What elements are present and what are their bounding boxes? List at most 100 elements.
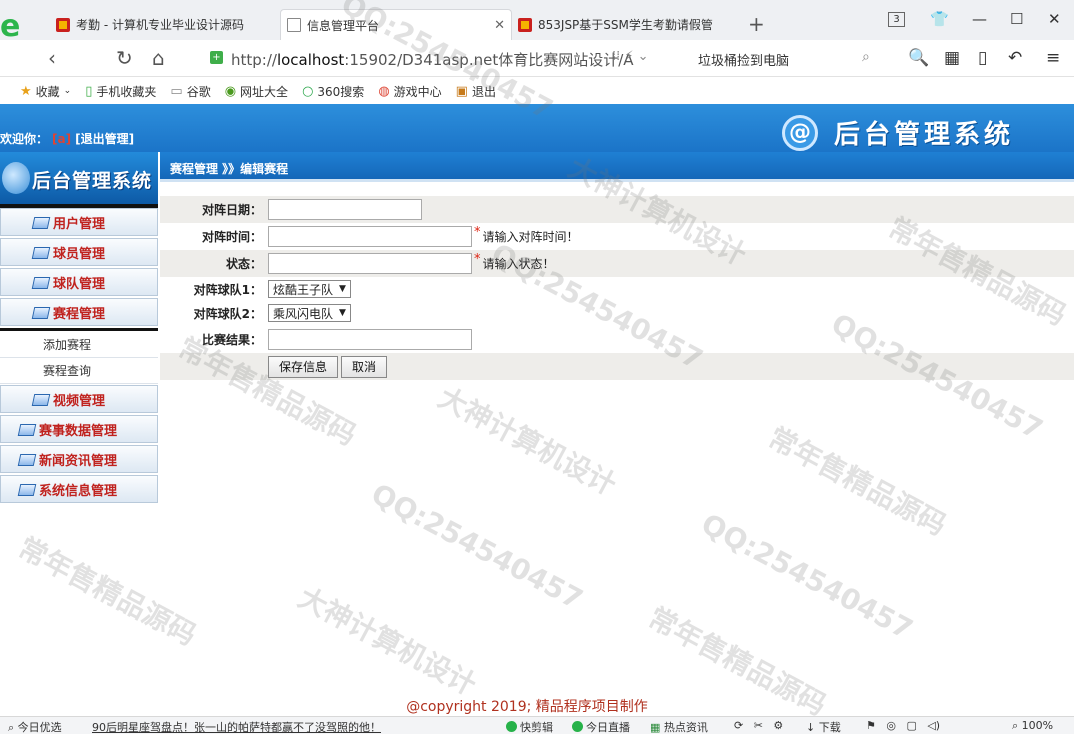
minimize-icon[interactable]: — — [972, 10, 987, 28]
browser-status-bar: ⌕ 今日优选 90后明星座驾盘点！张一山的帕萨特都赢不了没驾照的他！ 快剪辑 今… — [0, 716, 1074, 734]
bookmark-label: 游戏中心 — [393, 84, 442, 99]
result-input[interactable] — [268, 329, 472, 350]
team1-label: 对阵球队1： — [193, 282, 262, 297]
menu-item-icon — [19, 483, 35, 495]
form-row-team2: 对阵球队2： 乘风闪电队 ▼ — [160, 301, 1074, 325]
sidebar-item-label: 系统信息管理 — [39, 483, 118, 499]
result-label: 比赛结果： — [201, 333, 262, 347]
tools-icons[interactable]: ⟳ ✂ ⚙ — [734, 719, 783, 732]
sidebar-item-news[interactable]: 新闻资讯管理 — [0, 445, 158, 473]
submenu-add-schedule[interactable]: 添加赛程 — [0, 332, 158, 358]
browser-logo-icon: e — [0, 9, 21, 44]
copyright-text: @copyright 2019; 精品程序项目制作 — [406, 699, 648, 715]
watermark-text: 大神计算机设计 — [293, 580, 482, 702]
zoom[interactable]: ⌕ 100% — [1012, 719, 1053, 733]
hot-label: 热点资讯 — [663, 721, 708, 734]
team2-selected: 乘风闪电队 — [273, 306, 334, 321]
tab-title: 考勤 - 计算机专业毕业设计源码 — [76, 18, 244, 32]
browser-tab-2-active[interactable]: 信息管理平台 ✕ — [280, 9, 512, 40]
menu-item-icon — [19, 423, 35, 435]
quick-edit-label: 快剪辑 — [520, 721, 553, 734]
bookmark-favorites[interactable]: ★ 收藏 ⌄ — [20, 83, 71, 100]
sidebar-logo-text: 后台管理系统 — [32, 170, 153, 192]
skin-icon[interactable]: 👕 — [930, 10, 949, 28]
bookmark-label: 手机收藏夹 — [96, 84, 157, 99]
reload-icon[interactable]: ↻ — [116, 46, 133, 70]
required-mark: * — [474, 252, 481, 267]
sidebar-item-system-info[interactable]: 系统信息管理 — [0, 475, 158, 503]
search-icon: ⌕ — [8, 721, 15, 734]
live[interactable]: 今日直播 — [572, 719, 630, 735]
status-input[interactable] — [268, 253, 472, 274]
bookmark-sites[interactable]: ◉ 网址大全 — [225, 83, 288, 100]
bookmark-360search[interactable]: ○ 360搜索 — [302, 83, 364, 100]
team1-select[interactable]: 炫酷王子队 ▼ — [268, 280, 351, 298]
bookmark-games[interactable]: ◍ 游戏中心 — [378, 83, 441, 100]
home-icon[interactable]: ⌂ — [152, 46, 165, 70]
url-host: localhost — [276, 51, 345, 69]
cancel-button[interactable]: 取消 — [341, 355, 388, 378]
search-button-icon[interactable]: 🔍 — [908, 48, 929, 68]
page-icon: ▭ — [170, 83, 183, 99]
today-pick[interactable]: ⌕ 今日优选 — [8, 719, 62, 735]
bookmark-mobile[interactable]: ▯ 手机收藏夹 — [85, 83, 156, 100]
watermark-text: 常年售精品源码 — [13, 530, 202, 652]
sidebar-item-teams[interactable]: 球队管理 — [0, 268, 158, 296]
browser-tab-bar: e 考勤 - 计算机专业毕业设计源码 信息管理平台 ✕ 853JSP基于SSM学… — [0, 0, 1074, 44]
sidebar-item-users[interactable]: 用户管理 — [0, 208, 158, 236]
news-link[interactable]: 90后明星座驾盘点！张一山的帕萨特都赢不了没驾照的他！ — [92, 721, 381, 734]
bookmark-label: 收藏 — [35, 84, 60, 99]
bookmark-label: 360搜索 — [317, 84, 365, 99]
sidebar-item-videos[interactable]: 视频管理 — [0, 385, 158, 413]
url-field[interactable]: + http://localhost:15902/D341asp.net体育比赛… — [200, 45, 680, 72]
menu-icon[interactable]: ≡ — [1046, 48, 1060, 68]
document-favicon-icon — [287, 18, 301, 32]
news-ticker[interactable]: 90后明星座驾盘点！张一山的帕萨特都赢不了没驾照的他！ — [92, 719, 381, 735]
misc-tool-icons[interactable]: ⚑ ◎ ▢ ◁) — [866, 719, 940, 732]
download[interactable]: ↓ 下载 — [806, 719, 841, 735]
save-button[interactable]: 保存信息 — [268, 355, 339, 378]
url-prefix: http:// — [231, 51, 277, 69]
browser-tab-1[interactable]: 考勤 - 计算机专业毕业设计源码 — [50, 9, 278, 40]
chevron-down-icon: ▼ — [339, 308, 346, 318]
bookmark-google[interactable]: ▭ 谷歌 — [170, 83, 210, 100]
sidebar: 后台管理系统 用户管理 球员管理 球队管理 赛程管理 添加赛程 赛程查询 视频管… — [0, 152, 160, 506]
search-suggestion[interactable]: 垃圾桶捡到电脑 — [698, 50, 789, 69]
divider — [0, 328, 158, 331]
new-tab-icon[interactable]: + — [748, 12, 765, 36]
form-row-time: 对阵时间： * 请输入对阵时间！ — [160, 223, 1074, 250]
header-title: @ 后台管理系统 — [782, 114, 1014, 151]
maximize-icon[interactable]: ☐ — [1010, 10, 1023, 28]
undo-icon[interactable]: ↶ — [1008, 48, 1022, 68]
tab-count-badge[interactable]: 3 — [888, 12, 905, 27]
logout-link[interactable]: [退出管理] — [75, 132, 134, 146]
back-icon[interactable]: ‹ — [48, 46, 56, 70]
time-input[interactable] — [268, 226, 472, 247]
bookmark-label: 退出 — [471, 84, 496, 99]
username: [a] — [52, 132, 72, 146]
sidebar-item-schedule[interactable]: 赛程管理 — [0, 298, 158, 326]
sidebar-item-label: 赛程管理 — [53, 306, 106, 322]
bookmark-exit[interactable]: ▣ 退出 — [456, 83, 496, 100]
chevron-down-icon: ⌄ — [63, 86, 72, 96]
close-tab-icon[interactable]: ✕ — [494, 18, 505, 33]
url-tools-icon[interactable]: ⁞⁞ ⚡ ⌄ — [612, 49, 649, 64]
sidebar-item-match-data[interactable]: 赛事数据管理 — [0, 415, 158, 443]
hot-news[interactable]: ▦ 热点资讯 — [650, 719, 708, 735]
date-label: 对阵日期： — [201, 203, 262, 217]
close-window-icon[interactable]: ✕ — [1048, 10, 1061, 28]
tablet-icon[interactable]: ▯ — [978, 48, 987, 68]
team2-select[interactable]: 乘风闪电队 ▼ — [268, 304, 351, 322]
browser-tab-3[interactable]: 853JSP基于SSM学生考勤请假管 — [512, 9, 742, 40]
url-text[interactable]: http://localhost:15902/D341asp.net体育比赛网站… — [231, 49, 634, 70]
quick-edit[interactable]: 快剪辑 — [506, 719, 553, 735]
time-hint: 请输入对阵时间！ — [482, 230, 579, 244]
sidebar-item-players[interactable]: 球员管理 — [0, 238, 158, 266]
search-icon[interactable]: ⌕ — [862, 49, 870, 65]
apps-icon[interactable]: ▦ — [944, 48, 960, 68]
form-row-date: 对阵日期： — [160, 196, 1074, 223]
bookmarks-bar: ★ 收藏 ⌄ ▯ 手机收藏夹 ▭ 谷歌 ◉ 网址大全 ○ 360搜索 ◍ 游戏中心 ▣ 退出 — [0, 78, 1074, 104]
status-hint: 请输入状态！ — [482, 257, 555, 271]
date-input[interactable] — [268, 199, 422, 220]
submenu-query-schedule[interactable]: 赛程查询 — [0, 358, 158, 384]
